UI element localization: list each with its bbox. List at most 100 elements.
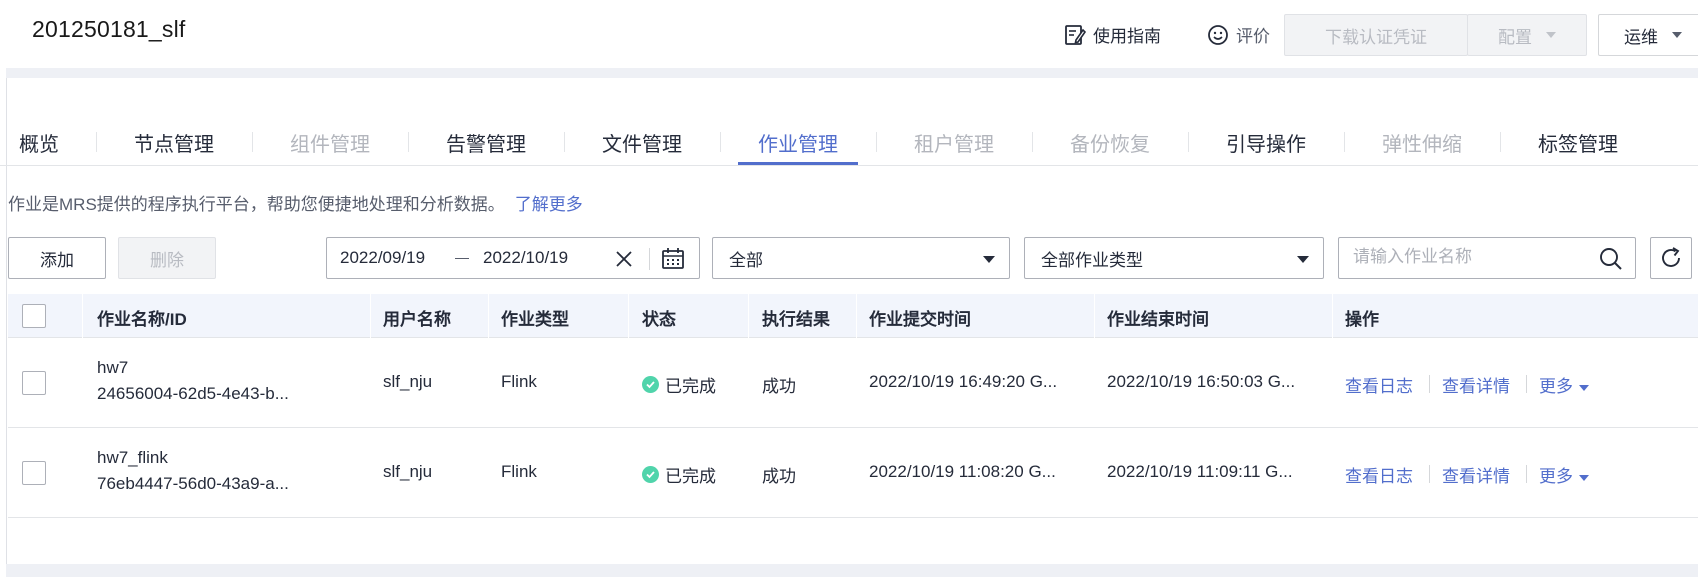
view-details-link[interactable]: 查看详情 (1442, 462, 1510, 487)
column-separator (748, 294, 749, 338)
job-status-label: 已完成 (665, 377, 716, 396)
tab-nodes[interactable]: 节点管理 (134, 128, 214, 157)
row-checkbox[interactable] (22, 371, 46, 395)
smile-icon (1208, 24, 1228, 45)
tab-alarms[interactable]: 告警管理 (446, 128, 526, 157)
date-end: 2022/10/19 (483, 248, 569, 267)
download-cert-button[interactable]: 下载认证凭证 (1284, 14, 1468, 56)
rate-label: 评价 (1236, 27, 1270, 46)
add-job-button[interactable]: 添加 (8, 237, 106, 279)
column-separator (856, 294, 857, 338)
select-all-checkbox[interactable] (22, 304, 46, 328)
guide-label: 使用指南 (1093, 27, 1161, 46)
job-type-filter-select[interactable]: 全部作业类型 (1024, 237, 1324, 279)
tab-separator (720, 132, 721, 152)
search-icon[interactable] (1599, 247, 1623, 271)
job-result: 成功 (762, 467, 796, 486)
guide-link[interactable]: 使用指南 (1064, 22, 1161, 47)
rate-link[interactable]: 评价 (1207, 22, 1270, 47)
job-result: 成功 (762, 377, 796, 396)
column-header-submit-time[interactable]: 作业提交时间 (869, 305, 971, 330)
config-label: 配置 (1498, 27, 1532, 47)
table-row: hw7_flink 76eb4447-56d0-43a9-a... slf_nj… (8, 428, 1698, 518)
column-separator (628, 294, 629, 338)
tab-tags[interactable]: 标签管理 (1538, 128, 1618, 157)
learn-more-link[interactable]: 了解更多 (515, 195, 583, 214)
date-divider (649, 248, 650, 270)
column-header-name[interactable]: 作业名称/ID (97, 305, 187, 330)
tab-separator (1344, 132, 1345, 152)
guide-icon (1065, 24, 1086, 45)
view-log-link[interactable]: 查看日志 (1345, 372, 1413, 397)
column-separator (1094, 294, 1095, 338)
cluster-tabs: 概览 节点管理 组件管理 告警管理 文件管理 作业管理 租户管理 备份恢复 引导… (0, 118, 1698, 166)
date-start: 2022/09/19 (340, 248, 426, 267)
tab-backup[interactable]: 备份恢复 (1070, 128, 1150, 157)
job-status-label: 已完成 (665, 467, 716, 486)
column-header-operations: 操作 (1345, 310, 1379, 329)
job-id: 76eb4447-56d0-43a9-a... (97, 474, 289, 493)
cluster-title: 201250181_slf (32, 16, 186, 42)
tab-separator (1500, 132, 1501, 152)
tab-tenants[interactable]: 租户管理 (914, 128, 994, 157)
view-log-link[interactable]: 查看日志 (1345, 462, 1413, 487)
refresh-icon (1662, 247, 1680, 267)
check-circle-icon (642, 376, 659, 393)
tab-separator (1188, 132, 1189, 152)
column-header-user[interactable]: 用户名称 (383, 305, 451, 330)
row-checkbox[interactable] (22, 461, 46, 485)
more-dropdown[interactable]: 更多 (1539, 462, 1589, 487)
date-range-picker[interactable]: 2022/09/19 2022/10/19 (326, 237, 700, 279)
op-separator (1526, 465, 1527, 483)
view-details-link[interactable]: 查看详情 (1442, 372, 1510, 397)
tab-separator (876, 132, 877, 152)
header-divider-band (6, 68, 1698, 78)
status-filter-value: 全部 (729, 250, 763, 270)
more-label: 更多 (1539, 377, 1573, 396)
page-header: 201250181_slf 使用指南 评价 下载认证凭证 配置 运维 (0, 0, 1698, 68)
job-name: hw7 (97, 358, 129, 377)
tab-components[interactable]: 组件管理 (290, 128, 370, 157)
column-header-end-time[interactable]: 作业结束时间 (1107, 305, 1209, 330)
column-separator (370, 294, 371, 338)
op-separator (1526, 375, 1527, 393)
refresh-button[interactable] (1650, 237, 1692, 279)
job-status: 已完成 (642, 372, 716, 397)
calendar-icon[interactable] (661, 247, 685, 271)
column-separator (82, 294, 83, 338)
tab-separator (96, 132, 97, 152)
job-end-time: 2022/10/19 11:09:11 G... (1107, 462, 1293, 481)
job-search-box[interactable] (1338, 237, 1636, 279)
op-separator (1429, 465, 1430, 483)
status-filter-select[interactable]: 全部 (712, 237, 1010, 279)
active-tab-indicator (738, 162, 858, 165)
tab-separator (1032, 132, 1033, 152)
tab-files[interactable]: 文件管理 (602, 128, 682, 157)
ops-label: 运维 (1624, 27, 1658, 47)
column-separator (1332, 294, 1333, 338)
more-label: 更多 (1539, 467, 1573, 486)
tab-jobs[interactable]: 作业管理 (758, 128, 838, 157)
column-header-result[interactable]: 执行结果 (762, 305, 830, 330)
tab-separator (564, 132, 565, 152)
op-separator (1429, 375, 1430, 393)
job-user: slf_nju (383, 372, 433, 391)
column-header-status[interactable]: 状态 (642, 305, 676, 330)
footer-band (6, 564, 1698, 577)
more-dropdown[interactable]: 更多 (1539, 372, 1589, 397)
config-dropdown-button[interactable]: 配置 (1467, 14, 1587, 56)
column-header-type[interactable]: 作业类型 (501, 305, 569, 330)
delete-job-button[interactable]: 删除 (118, 237, 216, 279)
tab-autoscaling[interactable]: 弹性伸缩 (1382, 128, 1462, 157)
tab-overview[interactable]: 概览 (19, 128, 59, 157)
job-type: Flink (501, 372, 537, 391)
job-type-filter-value: 全部作业类型 (1041, 250, 1143, 270)
column-separator (488, 294, 489, 338)
table-row: hw7 24656004-62d5-4e43-b... slf_nju Flin… (8, 338, 1698, 428)
tab-bootstrap[interactable]: 引导操作 (1226, 128, 1306, 157)
clear-icon[interactable] (615, 250, 633, 268)
job-search-input[interactable] (1353, 247, 1583, 267)
chevron-down-icon (1546, 32, 1556, 38)
ops-dropdown-button[interactable]: 运维 (1598, 14, 1698, 56)
tab-separator (408, 132, 409, 152)
